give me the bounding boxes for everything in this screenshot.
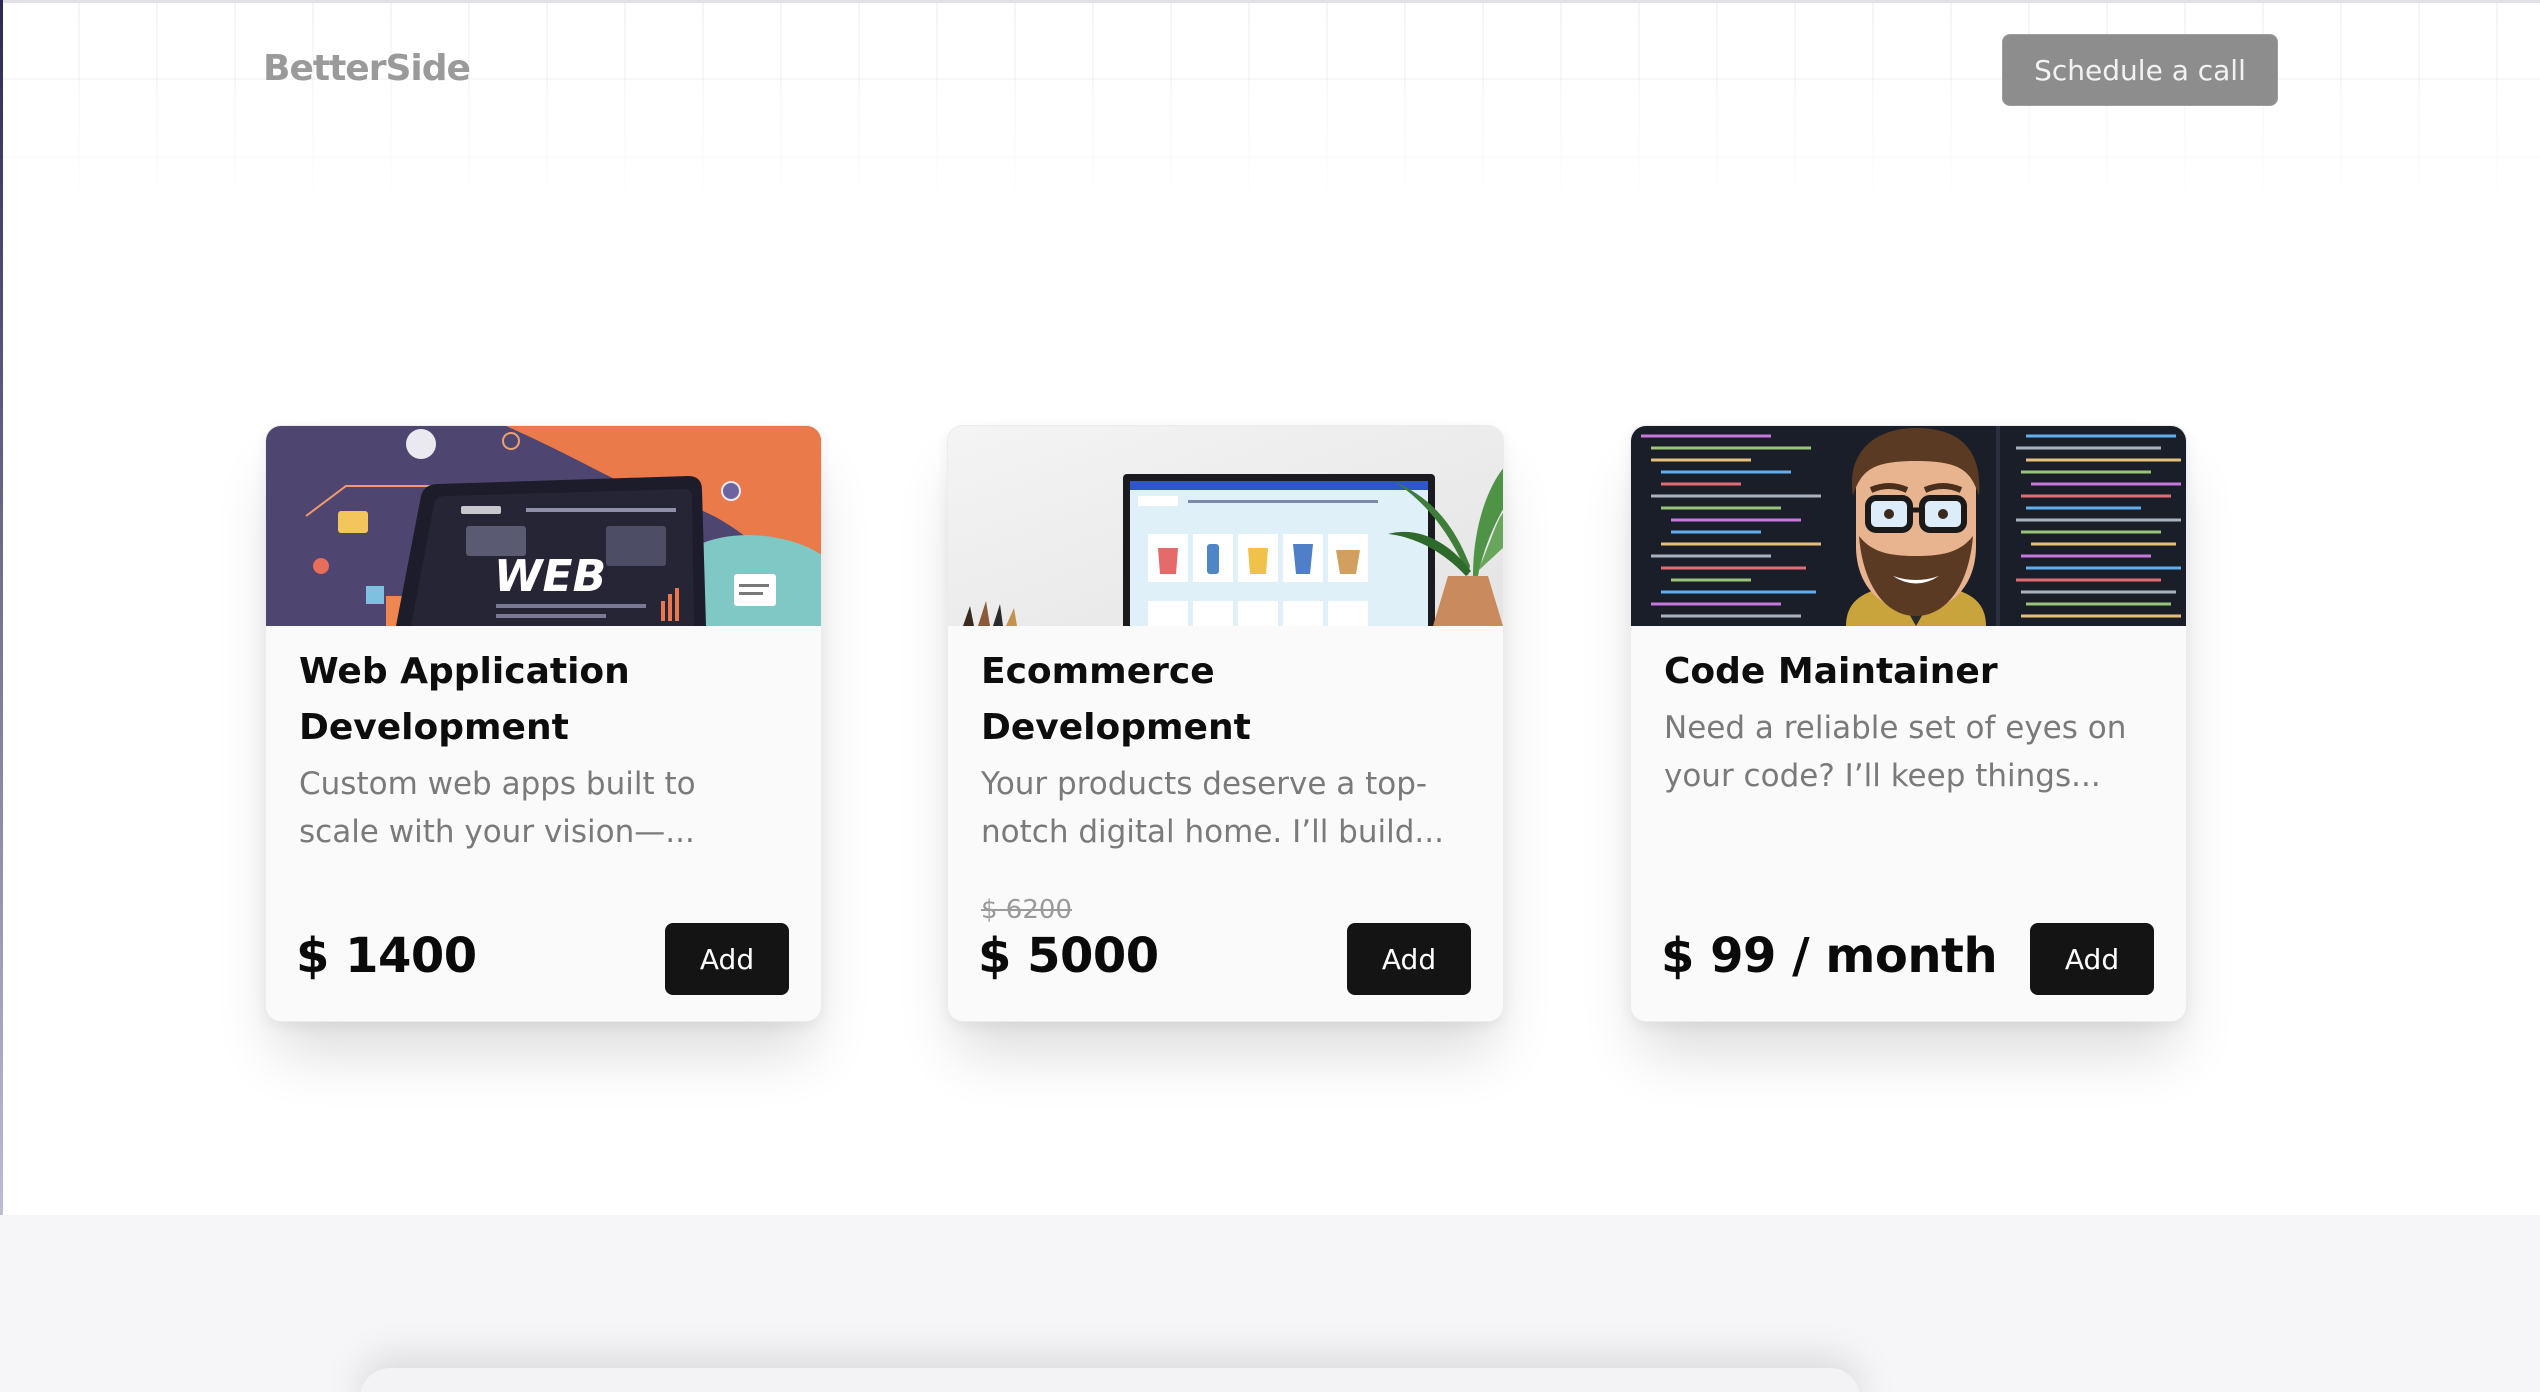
- add-button[interactable]: Add: [2030, 923, 2154, 995]
- svg-text:WEB: WEB: [494, 551, 606, 602]
- card-price: $ 99 / month: [1661, 928, 1998, 984]
- next-section-card-edge: [360, 1368, 1860, 1392]
- top-border: [0, 0, 2540, 3]
- logo[interactable]: BetterSide: [263, 48, 471, 89]
- service-card-web-app: WEB Web Application Development Custom w…: [265, 425, 822, 1022]
- next-section: [0, 1215, 2540, 1392]
- card-old-price: $ 6200: [981, 895, 1072, 925]
- card-description: Custom web apps built to scale with your…: [299, 766, 696, 850]
- add-button[interactable]: Add: [665, 923, 789, 995]
- card-title: Ecommerce Development: [981, 651, 1251, 748]
- card-price: $ 5000: [978, 928, 1159, 984]
- card-title: Code Maintainer: [1664, 651, 1998, 692]
- add-button[interactable]: Add: [1347, 923, 1471, 995]
- service-card-code-maintainer: Code Maintainer Need a reliable set of e…: [1630, 425, 2187, 1022]
- developer-avatar-image: [1631, 426, 2186, 626]
- card-price: $ 1400: [296, 928, 477, 984]
- ecommerce-monitor-image: [948, 426, 1503, 626]
- card-description: Your products deserve a top-notch digita…: [981, 766, 1444, 850]
- service-card-ecommerce: Ecommerce Development Your products dese…: [947, 425, 1504, 1022]
- web-development-image: WEB: [266, 426, 821, 626]
- left-edge-border: [0, 0, 3, 1215]
- card-description: Need a reliable set of eyes on your code…: [1664, 710, 2127, 794]
- card-title: Web Application Development: [299, 651, 630, 748]
- page: BetterSide Schedule a call WEB Web Appli…: [0, 0, 2540, 1392]
- schedule-call-button[interactable]: Schedule a call: [2002, 34, 2278, 106]
